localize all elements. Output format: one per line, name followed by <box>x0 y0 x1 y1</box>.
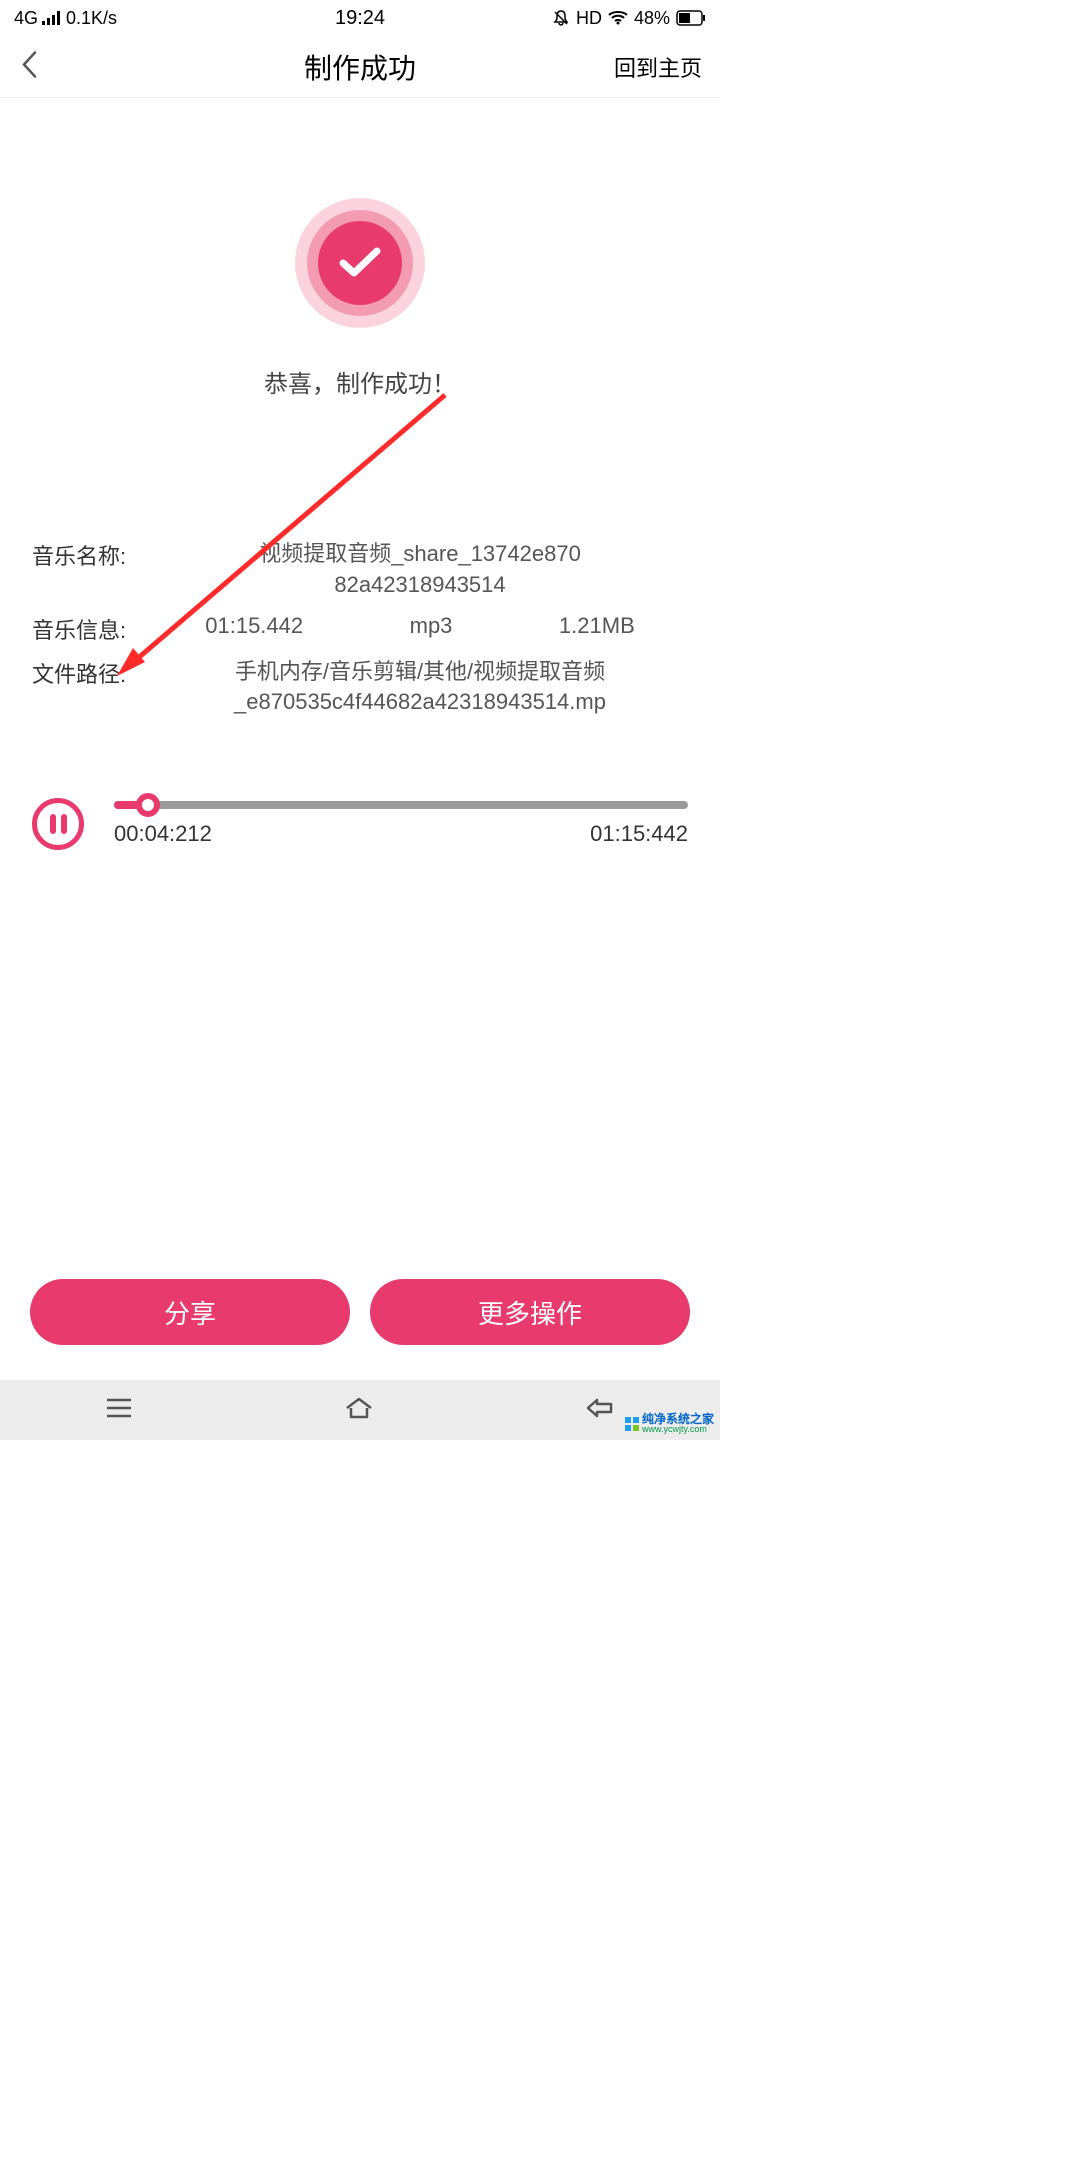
battery-icon <box>676 10 706 26</box>
size-value: 1.21MB <box>559 613 635 639</box>
network-speed: 0.1K/s <box>66 8 117 29</box>
share-button[interactable]: 分享 <box>30 1279 350 1345</box>
progress-slider[interactable] <box>114 801 688 809</box>
battery-pct: 48% <box>634 8 670 29</box>
success-icon <box>32 198 688 328</box>
status-time: 19:24 <box>335 7 385 30</box>
pause-button[interactable] <box>32 798 84 850</box>
wifi-icon <box>608 10 628 26</box>
android-nav-bar <box>0 1380 720 1440</box>
format-value: mp3 <box>410 613 453 639</box>
back-icon[interactable] <box>585 1396 615 1425</box>
home-link[interactable]: 回到主页 <box>614 51 702 83</box>
more-button[interactable]: 更多操作 <box>370 1279 690 1345</box>
home-icon[interactable] <box>343 1396 375 1425</box>
slider-handle[interactable] <box>136 793 160 817</box>
meta-label: 音乐信息: <box>32 613 152 645</box>
recent-apps-icon[interactable] <box>105 1397 133 1424</box>
app-header: 制作成功 回到主页 <box>0 36 720 98</box>
status-bar: 4G 0.1K/s 19:24 HD 48% <box>0 0 720 36</box>
page-title: 制作成功 <box>304 47 416 87</box>
success-message: 恭喜，制作成功！ <box>32 364 688 399</box>
name-value: 视频提取音频_share_13742e870 82a42318943514 <box>152 539 688 601</box>
signal-icon <box>42 11 62 25</box>
hd-label: HD <box>576 8 602 29</box>
duration-value: 01:15.442 <box>205 613 303 639</box>
watermark: 纯净系统之家 www.ycwjty.com <box>624 1413 714 1434</box>
name-label: 音乐名称: <box>32 539 152 571</box>
path-label: 文件路径: <box>32 657 152 689</box>
back-button[interactable] <box>20 49 38 84</box>
current-time: 00:04:212 <box>114 821 212 847</box>
network-type: 4G <box>14 8 38 29</box>
total-time: 01:15:442 <box>590 821 688 847</box>
mute-icon <box>552 9 570 27</box>
path-value: 手机内存/音乐剪辑/其他/视频提取音频_e870535c4f44682a4231… <box>152 657 688 719</box>
